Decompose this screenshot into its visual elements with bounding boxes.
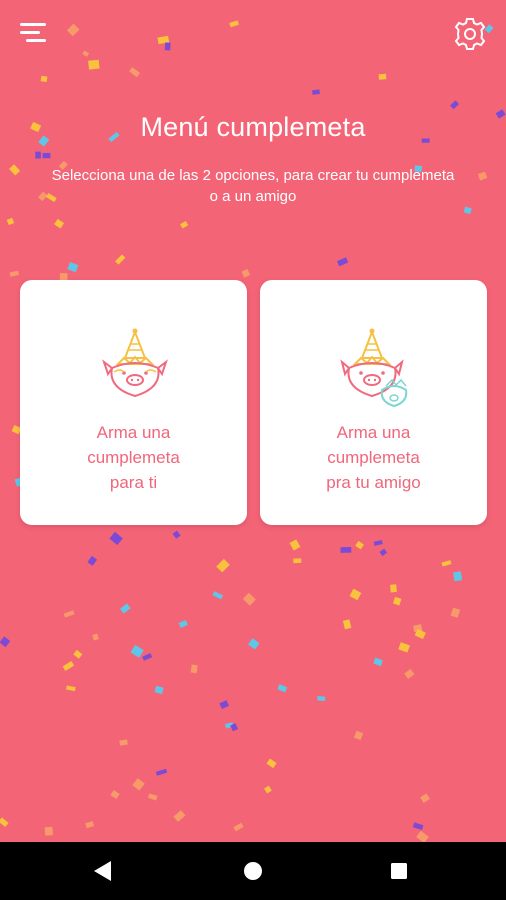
option-label-line: Arma una [96, 423, 171, 442]
system-navigation-bar [0, 842, 506, 900]
page-subtitle: Selecciona una de las 2 opciones, para c… [20, 165, 486, 207]
confetti-piece [453, 571, 463, 582]
confetti-piece [373, 657, 383, 667]
confetti-piece [132, 778, 145, 791]
page-title: Menú cumplemeta [140, 112, 366, 142]
confetti-piece [120, 603, 131, 614]
confetti-piece [155, 768, 168, 776]
confetti-piece [349, 588, 362, 601]
confetti-piece [6, 217, 15, 226]
option-label-line: Arma una [336, 423, 411, 442]
confetti-piece [178, 620, 188, 628]
confetti-piece [355, 540, 364, 550]
option-label-for-friend: Arma una cumplemeta pra tu amigo [260, 420, 487, 495]
confetti-piece [147, 793, 158, 801]
option-label-line: para ti [109, 473, 158, 492]
home-circle-icon [244, 862, 262, 880]
confetti-piece [277, 684, 288, 693]
confetti-piece [190, 664, 198, 674]
menu-lines-icon [20, 23, 46, 42]
confetti-piece [337, 257, 349, 267]
confetti-piece [241, 268, 251, 278]
confetti-piece [9, 164, 21, 176]
option-label-line: cumplemeta [87, 448, 180, 467]
crowned-pig-party-hat-icon [102, 328, 168, 398]
option-card-for-you[interactable]: Arma una cumplemeta para ti [20, 280, 247, 525]
confetti-piece [62, 660, 75, 671]
confetti-piece [66, 685, 76, 692]
confetti-piece [142, 653, 153, 661]
home-button[interactable] [238, 856, 268, 886]
confetti-piece [42, 152, 51, 159]
confetti-piece [109, 531, 123, 546]
confetti-piece [450, 100, 460, 110]
confetti-piece [392, 596, 402, 606]
confetti-piece [119, 739, 128, 746]
confetti-piece [264, 785, 272, 794]
confetti-piece [172, 530, 181, 539]
confetti-piece [0, 636, 11, 648]
confetti-piece [180, 221, 189, 229]
confetti-piece [87, 555, 98, 566]
gear-icon [454, 18, 486, 50]
confetti-piece [463, 206, 472, 215]
subtitle-line-1: Selecciona una de las 2 opciones, para c… [51, 167, 455, 184]
confetti-piece [390, 584, 397, 593]
confetti-piece [110, 790, 120, 799]
crowned-pig-with-friend-icon [340, 328, 408, 408]
confetti-piece [40, 75, 48, 83]
confetti-piece [44, 826, 53, 836]
confetti-piece [248, 638, 260, 650]
confetti-piece [293, 558, 302, 564]
confetti-piece [266, 758, 277, 769]
option-label-line: cumplemeta [327, 448, 420, 467]
app-screen: Menú cumplemeta Selecciona una de las 2 … [0, 0, 506, 842]
confetti-piece [9, 270, 20, 277]
confetti-piece [317, 696, 326, 701]
confetti-piece [342, 619, 352, 630]
confetti-piece [289, 539, 301, 551]
confetti-piece [212, 591, 224, 600]
confetti-piece [353, 730, 364, 741]
confetti-piece [441, 560, 452, 567]
back-button[interactable] [88, 856, 118, 886]
recents-square-icon [391, 863, 407, 879]
option-card-for-friend[interactable]: Arma una cumplemeta pra tu amigo [260, 280, 487, 525]
confetti-piece [216, 558, 230, 573]
confetti-piece [85, 821, 94, 829]
confetti-piece [242, 592, 256, 606]
confetti-piece [0, 817, 9, 828]
confetti-piece [154, 685, 164, 695]
confetti-piece [92, 633, 99, 641]
confetti-piece [115, 254, 126, 265]
option-label-for-you: Arma una cumplemeta para ti [20, 420, 247, 495]
subtitle-line-2: o a un amigo [209, 188, 297, 205]
confetti-piece [404, 668, 415, 679]
confetti-piece [412, 822, 424, 831]
confetti-piece [173, 810, 186, 822]
confetti-piece [130, 644, 144, 658]
confetti-piece [54, 218, 65, 229]
settings-button[interactable] [448, 12, 492, 56]
confetti-piece [312, 89, 320, 95]
confetti-piece [450, 607, 461, 618]
confetti-piece [63, 610, 75, 618]
confetti-piece [35, 151, 41, 159]
confetti-piece [378, 73, 387, 80]
confetti-piece [420, 793, 430, 803]
confetti-piece [379, 548, 388, 557]
confetti-piece [67, 262, 79, 273]
confetti-piece [398, 642, 410, 653]
confetti-piece [219, 700, 229, 709]
option-label-line: pra tu amigo [326, 473, 421, 492]
recents-button[interactable] [384, 856, 414, 886]
confetti-piece [73, 649, 83, 659]
confetti-piece [340, 547, 352, 553]
top-bar [0, 0, 506, 70]
back-triangle-icon [94, 861, 111, 881]
confetti-piece [416, 830, 429, 842]
confetti-piece [233, 822, 244, 832]
menu-button[interactable] [14, 14, 54, 54]
confetti-piece [373, 539, 383, 546]
